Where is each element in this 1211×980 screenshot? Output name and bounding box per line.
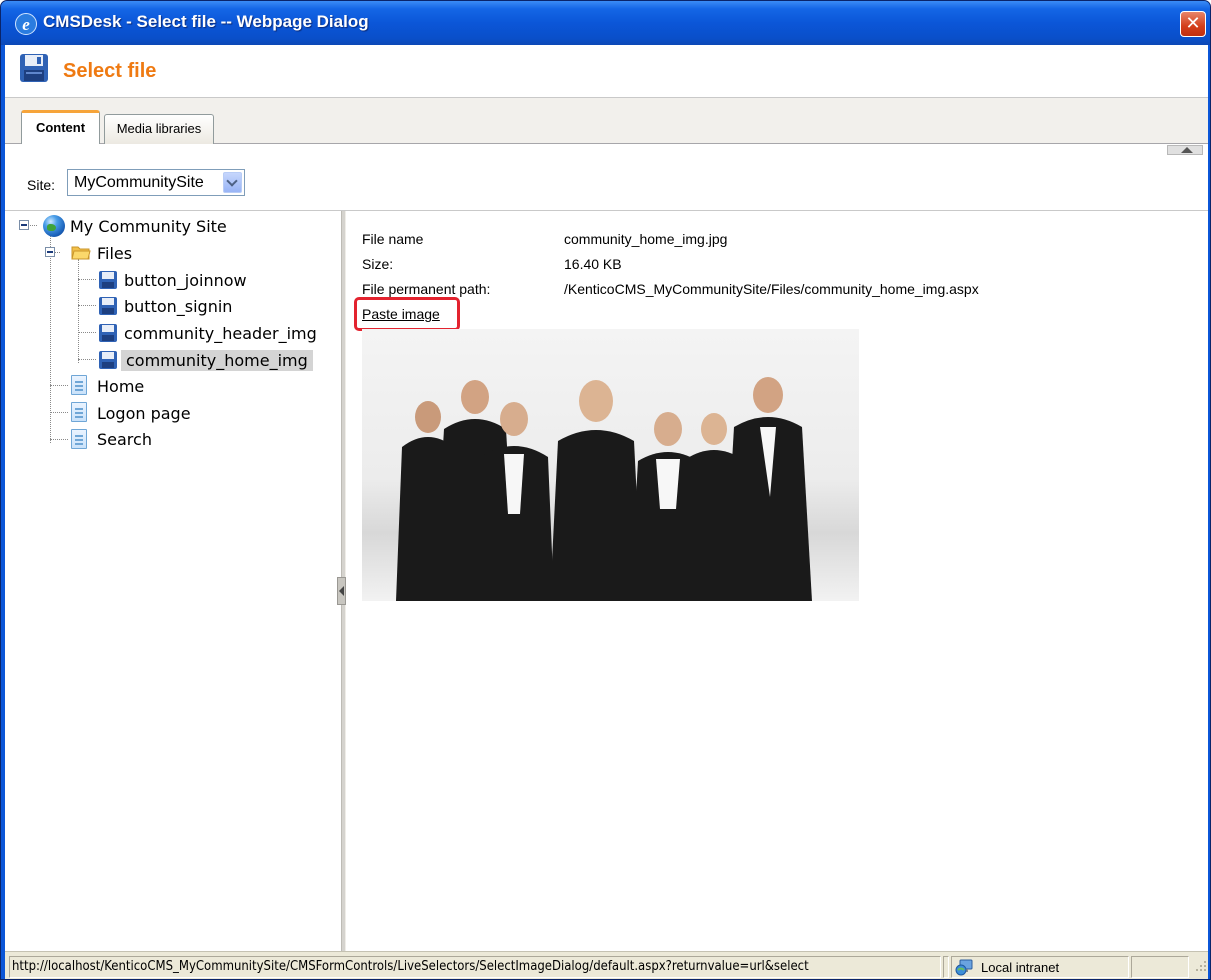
tree-node-community-header-img[interactable]: community_header_img bbox=[121, 321, 320, 345]
page-icon bbox=[71, 375, 87, 395]
floppy-icon bbox=[99, 271, 117, 289]
dialog-header: Select file bbox=[5, 45, 1208, 98]
tree-node-label: My Community Site bbox=[70, 216, 227, 236]
tree-connector bbox=[50, 439, 68, 440]
tree-node-label: community_home_img bbox=[121, 349, 313, 371]
page-title: Select file bbox=[63, 60, 157, 82]
tree-root-node[interactable]: My Community Site bbox=[67, 214, 230, 238]
status-bar: http://localhost/KenticoCMS_MyCommunityS… bbox=[5, 951, 1208, 979]
tree-node-label: Search bbox=[97, 429, 152, 449]
tree-node-label: Logon page bbox=[97, 403, 191, 423]
file-name-label: File name bbox=[362, 231, 424, 247]
tree-node-files[interactable]: Files bbox=[94, 241, 135, 265]
collapse-toggle-icon[interactable] bbox=[19, 220, 29, 230]
path-value: /KenticoCMS_MyCommunitySite/Files/commun… bbox=[564, 281, 979, 297]
floppy-icon bbox=[99, 324, 117, 342]
tree-connector bbox=[50, 385, 68, 386]
image-preview bbox=[362, 329, 859, 601]
tree-node-label: Files bbox=[97, 243, 133, 263]
paste-image-link[interactable]: Paste image bbox=[362, 306, 440, 322]
size-label: Size: bbox=[362, 256, 394, 272]
tab-strip: Content Media libraries bbox=[5, 98, 1208, 144]
site-dropdown-value: MyCommunitySite bbox=[74, 174, 204, 191]
site-selector-row: Site: MyCommunitySite bbox=[5, 144, 1208, 211]
floppy-disk-icon bbox=[20, 54, 48, 82]
tree-node-button-signin[interactable]: button_signin bbox=[121, 294, 235, 318]
tree-node-logon-page[interactable]: Logon page bbox=[94, 401, 194, 425]
chevron-down-icon[interactable] bbox=[223, 172, 242, 193]
window-title: CMSDesk - Select file -- Webpage Dialog bbox=[43, 12, 369, 31]
tree-node-label: community_header_img bbox=[124, 323, 317, 343]
tab-media-libraries[interactable]: Media libraries bbox=[104, 114, 214, 144]
status-cell bbox=[1131, 956, 1189, 978]
tree-connector bbox=[50, 412, 68, 413]
tree-connector bbox=[78, 279, 96, 280]
content-tree: My Community Site Files button_joinnow b… bbox=[5, 211, 341, 951]
tree-connector bbox=[78, 305, 96, 306]
floppy-icon bbox=[99, 351, 117, 369]
collapse-toggle-icon[interactable] bbox=[45, 247, 55, 257]
size-value: 16.40 KB bbox=[564, 256, 622, 272]
tree-node-search[interactable]: Search bbox=[94, 427, 155, 451]
site-dropdown[interactable]: MyCommunitySite bbox=[67, 169, 245, 196]
tree-node-button-joinnow[interactable]: button_joinnow bbox=[121, 268, 250, 292]
tree-connector bbox=[78, 259, 79, 363]
folder-icon bbox=[71, 246, 91, 260]
page-icon bbox=[71, 429, 87, 449]
dialog-window: e CMSDesk - Select file -- Webpage Dialo… bbox=[0, 0, 1211, 980]
tree-connector bbox=[78, 359, 96, 360]
file-name-value: community_home_img.jpg bbox=[564, 231, 728, 247]
close-button[interactable]: ✕ bbox=[1180, 11, 1206, 37]
security-zone-label: Local intranet bbox=[981, 960, 1060, 975]
floppy-icon bbox=[99, 297, 117, 315]
ie-icon: e bbox=[15, 13, 37, 35]
resize-grip-icon[interactable] bbox=[1193, 958, 1207, 972]
tree-connector bbox=[78, 332, 96, 333]
status-url: http://localhost/KenticoCMS_MyCommunityS… bbox=[9, 956, 941, 978]
tab-content[interactable]: Content bbox=[21, 110, 100, 144]
file-details-pane: File name community_home_img.jpg Size: 1… bbox=[346, 211, 1208, 951]
collapse-up-icon[interactable] bbox=[1167, 145, 1203, 155]
tree-node-home[interactable]: Home bbox=[94, 374, 147, 398]
dialog-client: Select file Content Media libraries Site… bbox=[5, 45, 1208, 979]
page-icon bbox=[71, 402, 87, 422]
tree-node-label: Home bbox=[97, 376, 145, 396]
path-label: File permanent path: bbox=[362, 281, 491, 297]
intranet-icon bbox=[955, 959, 973, 976]
tree-node-label: button_joinnow bbox=[124, 270, 247, 290]
globe-icon bbox=[43, 215, 65, 237]
tree-node-label: button_signin bbox=[124, 296, 233, 316]
status-cell bbox=[943, 956, 949, 978]
splitter-collapse-icon[interactable] bbox=[337, 577, 346, 605]
site-label: Site: bbox=[27, 177, 56, 193]
title-bar[interactable]: e CMSDesk - Select file -- Webpage Dialo… bbox=[1, 1, 1210, 45]
tree-node-community-home-img[interactable]: community_home_img bbox=[121, 348, 313, 372]
